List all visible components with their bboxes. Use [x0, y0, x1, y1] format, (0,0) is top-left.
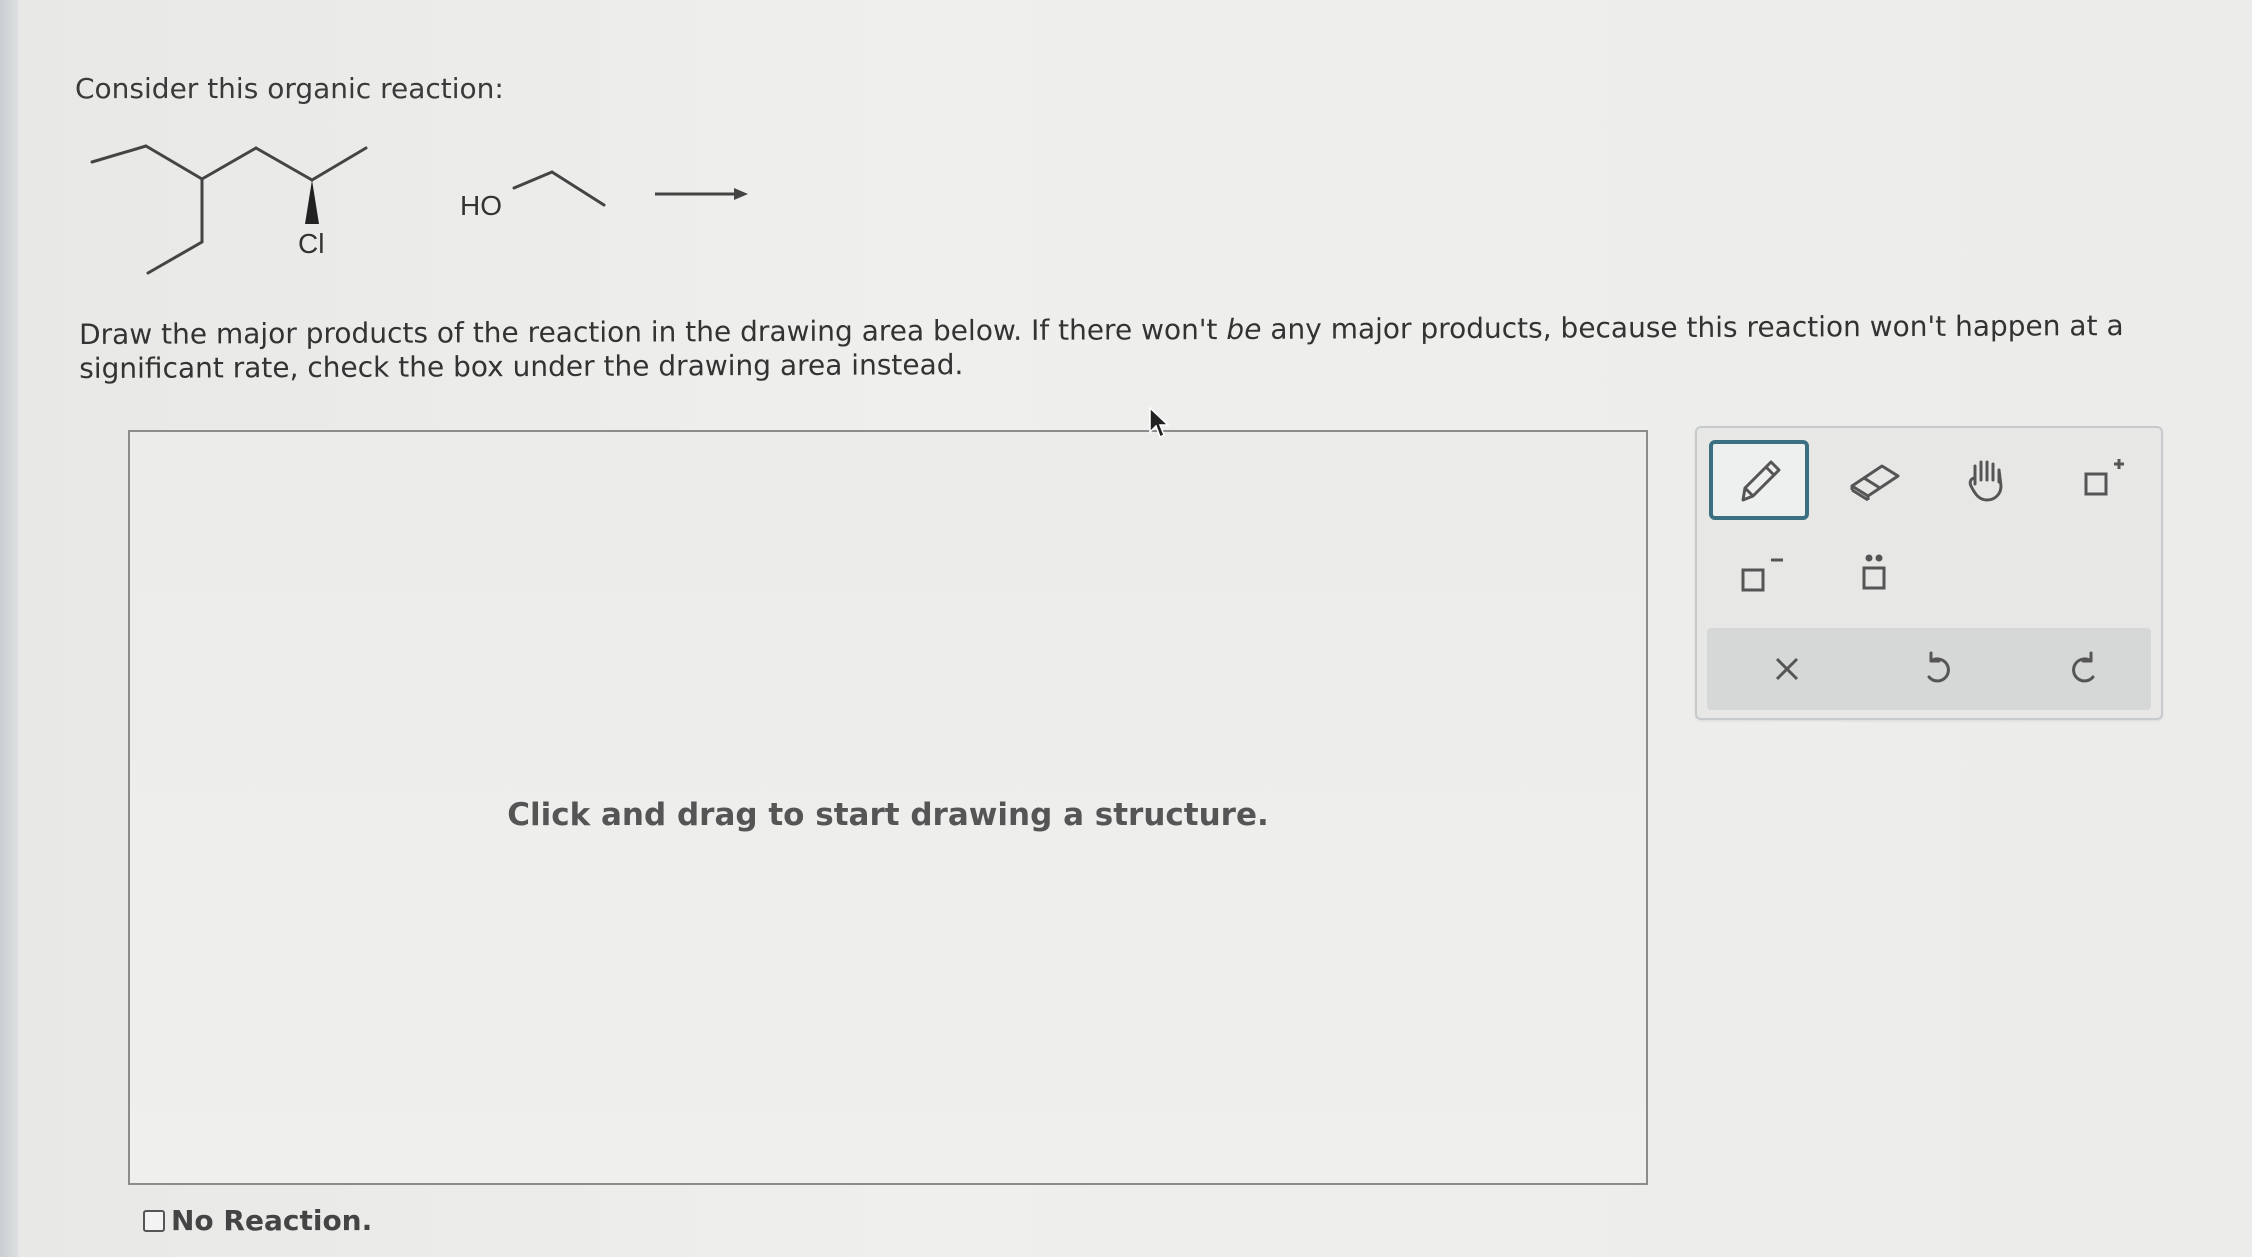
- redo-button[interactable]: [2055, 639, 2115, 699]
- pencil-icon: [1741, 460, 1781, 502]
- undo-button[interactable]: [1907, 639, 1967, 699]
- drawing-canvas[interactable]: Click and drag to start drawing a struct…: [128, 430, 1648, 1185]
- clear-icon: [1775, 657, 1799, 681]
- hand-icon: [1968, 460, 2003, 502]
- eraser-icon: [1850, 464, 1900, 502]
- drawing-toolbar: [1695, 426, 2163, 720]
- no-reaction-label: No Reaction.: [171, 1204, 373, 1237]
- reaction-arrow: [655, 188, 748, 200]
- reaction-scheme: Cl HO: [80, 130, 780, 290]
- no-reaction-checkbox[interactable]: [143, 1209, 165, 1232]
- question-prompt: Consider this organic reaction:: [75, 72, 504, 105]
- pencil-tool-button[interactable]: [1709, 440, 1809, 520]
- clear-button[interactable]: [1757, 639, 1817, 699]
- lone-pair-icon: [1862, 554, 1886, 590]
- wedge-bond: [305, 180, 319, 224]
- negative-charge-icon: [1741, 558, 1783, 592]
- undo-icon: [1927, 651, 1950, 683]
- instructions: Draw the major products of the reaction …: [79, 309, 2219, 386]
- positive-charge-button[interactable]: [2052, 440, 2152, 520]
- positive-charge-icon: [2084, 459, 2124, 496]
- instructions-text-1: Draw the major products of the reaction …: [79, 312, 1227, 351]
- negative-charge-button[interactable]: [1709, 536, 1809, 616]
- hand-tool-button[interactable]: [1937, 440, 2037, 520]
- mouse-cursor-icon: [1149, 406, 1170, 439]
- reactant-1-label: Cl: [298, 228, 324, 259]
- eraser-tool-button[interactable]: [1824, 440, 1924, 520]
- reactant-2-label: HO: [460, 190, 502, 221]
- lone-pair-button[interactable]: [1824, 536, 1924, 616]
- drawing-hint: Click and drag to start drawing a struct…: [507, 797, 1269, 833]
- toolbar-actions: [1707, 628, 2151, 710]
- reaction-svg: Cl HO: [90, 144, 748, 275]
- reactant-2-skeleton: [512, 170, 606, 207]
- screen-edge: [0, 0, 18, 1257]
- no-reaction-option[interactable]: No Reaction.: [143, 1204, 372, 1237]
- reactant-1-skeleton: [90, 144, 368, 275]
- instructions-emphasis: be: [1226, 312, 1262, 346]
- redo-icon: [2072, 651, 2095, 683]
